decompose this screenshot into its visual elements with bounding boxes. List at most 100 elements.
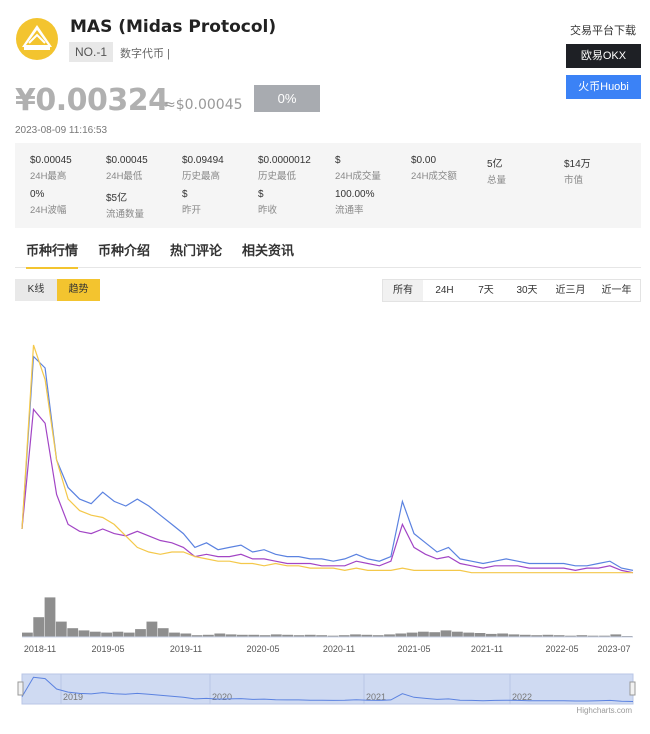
tab-news[interactable]: 相关资讯 (242, 242, 294, 268)
coin-tabs: 币种行情 币种介绍 热门评论 相关资讯 (15, 242, 641, 269)
rank-badge: NO.-1 (69, 42, 113, 62)
stat-label: 24H最低 (106, 171, 143, 182)
stat-value: 0% (30, 189, 45, 200)
stat-label: 24H最高 (30, 171, 67, 182)
stat-label: 昨收 (258, 205, 278, 216)
kline-toggle[interactable]: K线 (15, 279, 57, 301)
range-30d[interactable]: 30天 (506, 280, 548, 301)
volume-bar (406, 632, 418, 637)
price-line-series-2 (21, 407, 634, 574)
stat-value: $ (258, 189, 264, 200)
x-tick-label: 2022-05 (545, 644, 578, 654)
stat-value: $14万 (564, 159, 591, 170)
volume-bar (497, 633, 508, 637)
range-7d[interactable]: 7天 (466, 280, 506, 301)
stat-all-time-high: $0.09494 历史最高 (182, 155, 258, 182)
stat-label: 流通率 (335, 205, 364, 216)
volume-bar (55, 621, 67, 637)
coin-title: MAS (Midas Protocol) (70, 17, 277, 37)
stat-value: $ (335, 155, 341, 166)
navigator-handle-right[interactable] (629, 681, 636, 696)
stat-value: 100.00% (335, 189, 375, 200)
stat-label: 历史最低 (258, 171, 297, 182)
tab-comments[interactable]: 热门评论 (170, 242, 222, 268)
range-selector: 所有 24H 7天 30天 近三月 近一年 (382, 279, 641, 302)
stat-all-time-low: $0.0000012 历史最低 (258, 155, 334, 182)
price-line-series-1 (21, 355, 634, 571)
tab-market[interactable]: 币种行情 (26, 242, 79, 269)
stat-market-cap: $14万市值 (564, 155, 640, 186)
stat-24h-high: $0.00045 24H最高 (30, 155, 106, 182)
price-change-badge: 0% (254, 85, 320, 112)
volume-bar (135, 629, 146, 637)
volume-bar (33, 617, 45, 637)
stat-total-supply: 5亿总量 (487, 155, 563, 186)
x-tick-label: 2023-07 (597, 644, 630, 654)
stat-label: 市值 (564, 175, 584, 186)
stat-label: 24H成交额 (411, 171, 457, 182)
volume-bar (440, 630, 452, 637)
stat-label: 总量 (487, 175, 507, 186)
range-3m[interactable]: 近三月 (548, 280, 593, 301)
stat-24h-turnover: $0.00 24H成交额 (411, 155, 487, 182)
stat-label: 昨开 (182, 205, 202, 216)
stats-panel: $0.00045 24H最高 $0.00045 24H最低 $0.09494 历史最高… (15, 143, 641, 228)
volume-bar (169, 632, 180, 637)
volume-bar (22, 632, 33, 637)
category-label: 数字代币 | (120, 48, 170, 60)
stat-value: $0.00 (411, 155, 437, 166)
okx-download-button[interactable]: 欧易OKX (566, 44, 641, 68)
volume-bar (101, 632, 112, 637)
stat-24h-amplitude: 0% 24H波幅 (30, 189, 106, 216)
tab-intro[interactable]: 币种介绍 (98, 242, 150, 268)
stat-label: 历史最高 (182, 171, 221, 182)
x-tick-label: 2021-05 (397, 644, 430, 654)
stat-circulating: $5亿流通数量 (106, 189, 182, 220)
volume-bar (214, 633, 226, 637)
volume-bar (463, 632, 475, 637)
exchange-download-title: 交易平台下载 (570, 25, 636, 37)
coin-logo (16, 18, 58, 60)
price-usd: ≈$0.00045 (164, 97, 243, 113)
volume-bar (429, 632, 441, 637)
price-line-series-3 (21, 344, 633, 574)
volume-bar (78, 630, 90, 637)
price-cny: ¥0.00324 (15, 83, 169, 118)
range-1y[interactable]: 近一年 (593, 280, 640, 301)
volume-bar (67, 628, 79, 637)
stat-yesterday-open: $ 昨开 (182, 189, 258, 216)
trend-toggle[interactable]: 趋势 (57, 279, 100, 301)
navigator-range[interactable] (21, 673, 634, 705)
price-chart: 2018-11 2019-05 2019-11 2020-05 2020-11 2021-… (17, 344, 636, 715)
stat-24h-low: $0.00045 24H最低 (106, 155, 182, 182)
stat-value: 5亿 (487, 159, 503, 170)
range-24h[interactable]: 24H (423, 280, 466, 301)
volume-bar (474, 633, 486, 637)
chart-credit: Highcharts.com (576, 706, 632, 715)
volume-bar (157, 628, 169, 637)
volume-bar (44, 597, 56, 637)
volume-bar (89, 631, 101, 637)
stat-value: $0.09494 (182, 155, 224, 166)
x-tick-label: 2020-11 (323, 644, 355, 654)
stat-value: $0.00045 (106, 155, 148, 166)
volume-bar (146, 621, 158, 637)
stat-value: $5亿 (106, 193, 128, 204)
volume-bar (418, 631, 429, 637)
stat-24h-volume: $24H成交量 (335, 155, 411, 182)
x-tick-label: 2019-05 (91, 644, 124, 654)
volume-bar (395, 633, 407, 637)
stat-circulation-rate: 100.00% 流通率 (335, 189, 411, 216)
huobi-download-button[interactable]: 火币Huobi (566, 75, 641, 99)
volume-bar (180, 633, 192, 637)
x-tick-label: 2019-11 (170, 644, 202, 654)
range-all[interactable]: 所有 (383, 280, 423, 301)
stat-value: $0.0000012 (258, 155, 311, 166)
navigator-year-label: 2020 (212, 692, 232, 702)
volume-bar (112, 631, 124, 637)
stat-label: 流通数量 (106, 209, 145, 220)
x-tick-label: 2020-05 (246, 644, 279, 654)
price-timestamp: 2023-08-09 11:16:53 (15, 125, 108, 136)
navigator-handle-left[interactable] (17, 681, 24, 696)
x-tick-label: 2018-11 (24, 644, 56, 654)
